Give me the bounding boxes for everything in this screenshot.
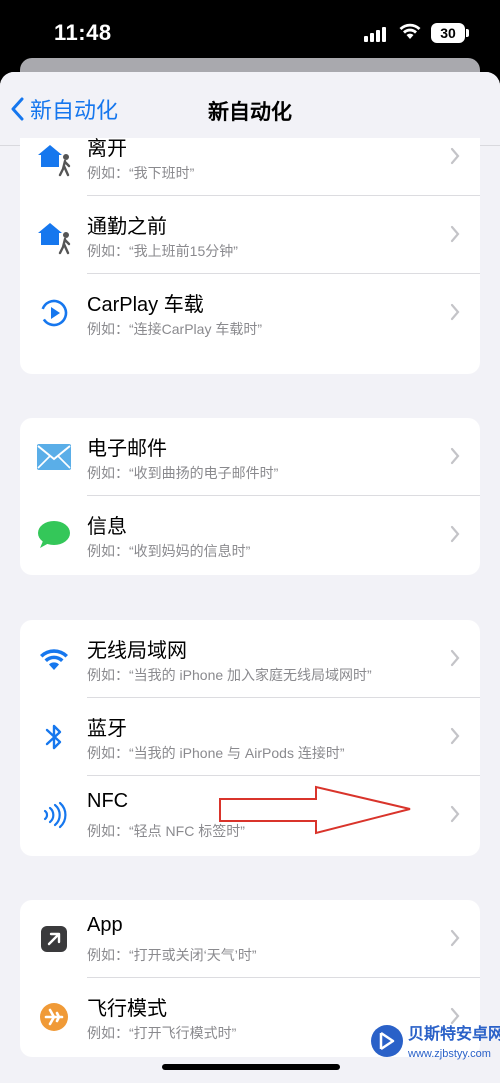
list-item-commute[interactable]: 通勤之前 例如：“我上班前15分钟” — [20, 196, 480, 274]
row-subtitle: 例如：“连接CarPlay 车载时” — [87, 321, 263, 337]
row-subtitle: 例如：“我上班前15分钟” — [87, 243, 238, 259]
row-subtitle: 例如：“收到妈妈的信息时” — [87, 543, 251, 559]
mail-icon — [34, 437, 74, 477]
nfc-icon — [34, 795, 74, 835]
row-title: 电子邮件 — [87, 438, 167, 460]
row-title: 通勤之前 — [87, 216, 167, 238]
communication-trigger-group: 电子邮件 例如：“收到曲扬的电子邮件时” 信息 例如：“收到妈妈的信息时” — [20, 418, 480, 575]
list-item-app[interactable]: App 例如：“打开或关闭‘天气’时” — [20, 900, 480, 978]
list-item-email[interactable]: 电子邮件 例如：“收到曲扬的电子邮件时” — [20, 418, 480, 496]
row-subtitle: 例如：“打开飞行模式时” — [87, 1025, 237, 1041]
message-icon — [34, 515, 74, 555]
chevron-right-icon — [450, 447, 460, 465]
list-item-leave[interactable]: 离开 例如：“我下班时” — [20, 138, 480, 196]
carplay-icon — [34, 293, 74, 333]
row-title: 无线局域网 — [87, 640, 187, 662]
chevron-right-icon — [450, 303, 460, 321]
wifi-status-icon — [398, 22, 422, 45]
app-icon — [34, 919, 74, 959]
chevron-right-icon — [450, 225, 460, 243]
home-commute-icon — [34, 215, 74, 255]
list-item-wifi[interactable]: 无线局域网 例如：“当我的 iPhone 加入家庭无线局域网时” — [20, 620, 480, 698]
location-trigger-group: 离开 例如：“我下班时” 通勤之前 例如：“我上班前15分钟” CarPlay … — [20, 138, 480, 374]
row-title: 飞行模式 — [87, 998, 167, 1020]
wifi-icon — [34, 639, 74, 679]
home-leave-icon — [34, 138, 74, 177]
row-subtitle: 例如：“打开或关闭‘天气’时” — [87, 947, 257, 963]
chevron-right-icon — [450, 147, 460, 165]
row-title: 信息 — [87, 516, 127, 538]
status-time: 11:48 — [54, 20, 112, 45]
row-subtitle: 例如：“我下班时” — [87, 165, 195, 181]
list-item-message[interactable]: 信息 例如：“收到妈妈的信息时” — [20, 496, 480, 574]
home-indicator[interactable] — [162, 1064, 340, 1070]
watermark-title: 贝斯特安卓网 — [408, 1026, 500, 1043]
watermark-url: www.zjbstyy.com — [408, 1048, 491, 1060]
page-title: 新自动化 — [208, 101, 292, 124]
automation-sheet: 新自动化 新自动化 离开 例如：“我下班时” 通勤之前 例如：“我上班前15分钟… — [0, 72, 500, 1083]
row-subtitle: 例如：“当我的 iPhone 与 AirPods 连接时” — [87, 745, 345, 761]
navigation-bar: 新自动化 新自动化 — [0, 72, 500, 146]
chevron-right-icon — [450, 929, 460, 947]
watermark-logo-icon — [371, 1025, 403, 1057]
chevron-right-icon — [450, 525, 460, 543]
watermark: 贝斯特安卓网 www.zjbstyy.com — [370, 1018, 500, 1078]
row-subtitle: 例如：“收到曲扬的电子邮件时” — [87, 465, 279, 481]
annotation-arrow — [219, 785, 411, 835]
row-title: NFC — [87, 790, 129, 812]
row-title: App — [87, 914, 123, 936]
row-title: 离开 — [87, 138, 127, 160]
cellular-signal-icon — [364, 26, 386, 42]
bluetooth-icon — [34, 717, 74, 757]
list-item-bluetooth[interactable]: 蓝牙 例如：“当我的 iPhone 与 AirPods 连接时” — [20, 698, 480, 776]
row-title: 蓝牙 — [87, 718, 127, 740]
row-subtitle: 例如：“当我的 iPhone 加入家庭无线局域网时” — [87, 667, 372, 683]
chevron-right-icon — [450, 649, 460, 667]
chevron-right-icon — [450, 727, 460, 745]
chevron-right-icon — [450, 805, 460, 823]
airplane-icon — [34, 997, 74, 1037]
battery-indicator: 30 — [431, 23, 469, 43]
list-item-carplay[interactable]: CarPlay 车载 例如：“连接CarPlay 车载时” — [20, 274, 480, 352]
row-title: CarPlay 车载 — [87, 294, 204, 316]
